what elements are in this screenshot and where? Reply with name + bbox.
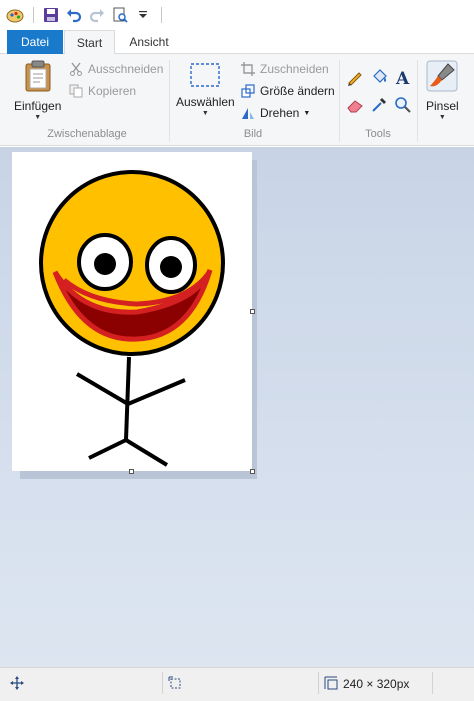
eraser-icon[interactable]	[344, 94, 366, 116]
resize-handle-bottom[interactable]	[129, 469, 134, 474]
resize-button[interactable]: Größe ändern	[240, 81, 335, 101]
status-divider	[162, 672, 163, 694]
toolbar-divider	[33, 7, 34, 23]
copy-label: Kopieren	[88, 84, 137, 98]
group-divider	[417, 60, 418, 142]
resize-icon	[240, 83, 256, 99]
brushes-button[interactable]: Pinsel ▼	[426, 60, 459, 121]
image-size-icon	[323, 675, 339, 691]
crop-icon	[240, 61, 256, 77]
resize-label: Größe ändern	[260, 84, 335, 98]
rotate-icon	[240, 105, 256, 121]
redo-icon[interactable]	[86, 4, 108, 26]
ribbon: Einfügen ▼ Ausschneiden Kopieren Zwische…	[0, 54, 474, 146]
crop-button[interactable]: Zuschneiden	[240, 59, 329, 79]
smiley-stick-figure-drawing	[39, 170, 225, 467]
svg-text:A: A	[395, 69, 410, 86]
print-preview-icon[interactable]	[109, 4, 131, 26]
color-picker-icon[interactable]	[368, 94, 390, 116]
tab-file[interactable]: Datei	[7, 30, 63, 54]
select-label: Auswählen	[176, 95, 235, 109]
image-size-text: 240 × 320px	[343, 677, 410, 691]
clipboard-group-label: Zwischenablage	[47, 128, 127, 140]
copy-icon	[68, 83, 84, 99]
brush-icon	[426, 60, 458, 95]
drawing-canvas[interactable]	[12, 152, 252, 471]
quick-access-toolbar	[0, 0, 474, 30]
tab-start[interactable]: Start	[64, 30, 115, 55]
pencil-icon[interactable]	[344, 66, 366, 88]
rotate-button[interactable]: Drehen ▼	[240, 103, 310, 123]
selection-rectangle-icon	[189, 62, 221, 91]
select-button[interactable]: Auswählen ▼	[176, 62, 235, 117]
copy-button[interactable]: Kopieren	[68, 81, 136, 101]
chevron-down-icon: ▼	[303, 109, 311, 117]
paint-app-icon[interactable]	[4, 4, 26, 26]
tab-view[interactable]: Ansicht	[118, 30, 180, 54]
canvas-workspace	[0, 147, 474, 667]
chevron-down-icon: ▼	[34, 114, 42, 121]
fill-bucket-icon[interactable]	[368, 66, 390, 88]
status-bar: 240 × 320px	[0, 667, 474, 701]
chevron-down-icon: ▼	[201, 110, 209, 117]
rotate-label: Drehen	[260, 106, 300, 120]
image-group-label: Bild	[243, 128, 263, 140]
resize-handle-right[interactable]	[250, 309, 255, 314]
cut-button[interactable]: Ausschneiden	[68, 59, 163, 79]
status-divider	[432, 672, 433, 694]
resize-handle-corner[interactable]	[250, 469, 255, 474]
customize-dropdown-icon[interactable]	[132, 4, 154, 26]
crop-label: Zuschneiden	[260, 62, 329, 76]
cursor-position-icon	[9, 675, 25, 691]
paste-button[interactable]: Einfügen ▼	[14, 60, 61, 121]
ribbon-tabs: Datei Start Ansicht	[0, 30, 474, 55]
save-icon[interactable]	[40, 4, 62, 26]
clipboard-icon	[23, 60, 53, 95]
undo-icon[interactable]	[63, 4, 85, 26]
selection-size-icon	[167, 675, 183, 691]
status-divider	[318, 672, 319, 694]
chevron-down-icon: ▼	[438, 114, 446, 121]
paste-label: Einfügen	[14, 99, 62, 113]
brushes-label: Pinsel	[426, 99, 459, 113]
cut-label: Ausschneiden	[88, 62, 164, 76]
toolbar-divider	[161, 7, 162, 23]
text-icon[interactable]: A	[392, 66, 414, 88]
magnifier-icon[interactable]	[392, 94, 414, 116]
scissors-icon	[68, 61, 84, 77]
tools-group-label: Tools	[365, 128, 391, 140]
